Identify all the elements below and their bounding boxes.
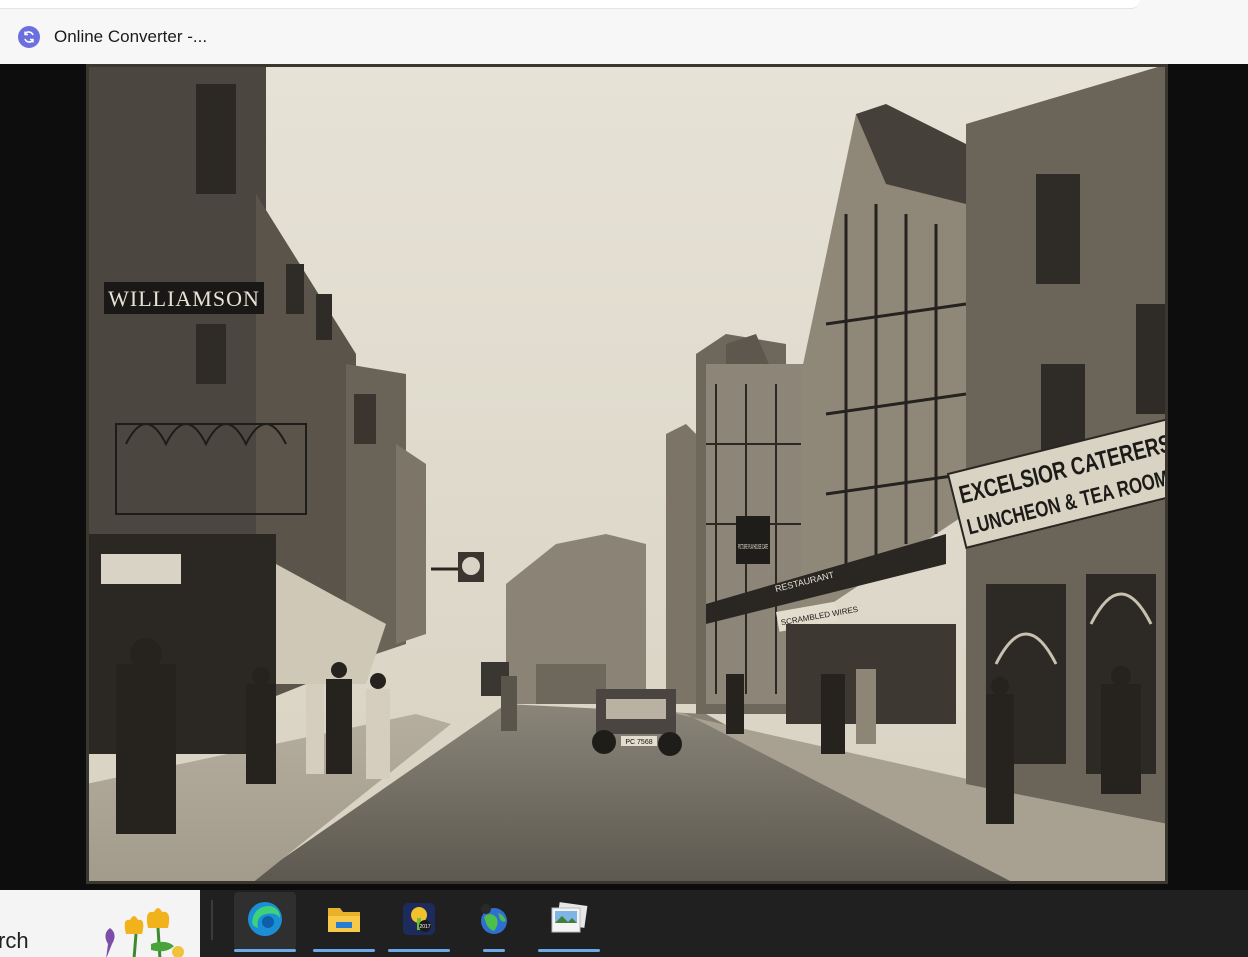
- tab-title: Online Converter -...: [54, 27, 208, 46]
- photo-drawing: WILLIAMSON EXCELSIOR CATERERS LUNCHEON &…: [86, 64, 1168, 884]
- taskbar-separator: [211, 900, 213, 940]
- taskbar: rch 2017: [0, 890, 1248, 957]
- address-bar-edge: [0, 0, 1140, 9]
- tree-2017-icon: 2017: [402, 902, 436, 941]
- street-photograph[interactable]: WILLIAMSON EXCELSIOR CATERERS LUNCHEON &…: [86, 64, 1168, 884]
- edge-icon: [246, 900, 284, 943]
- globe-icon: [476, 901, 512, 942]
- image-viewer: WILLIAMSON EXCELSIOR CATERERS LUNCHEON &…: [0, 64, 1248, 890]
- flowers-icon: [96, 904, 196, 957]
- running-indicator: [483, 949, 505, 952]
- browser-top-area: Online Converter -...: [0, 0, 1248, 64]
- cafe-sign: PICTURE PLAYHOUSE CAFE: [738, 544, 768, 551]
- taskbar-globe-button[interactable]: [463, 892, 525, 952]
- taskbar-photos-button[interactable]: [538, 892, 600, 952]
- vintage-car: PC 7568: [592, 689, 682, 756]
- taskbar-edge-button[interactable]: [234, 892, 296, 952]
- running-indicator: [313, 949, 375, 952]
- taskbar-file-explorer-button[interactable]: [313, 892, 375, 952]
- taskbar-photo-2017-button[interactable]: 2017: [388, 892, 450, 952]
- photos-icon: [550, 901, 588, 941]
- taskbar-search[interactable]: rch: [0, 890, 200, 957]
- folder-icon: [326, 904, 362, 939]
- search-label: rch: [0, 928, 29, 953]
- williamson-sign: WILLIAMSON: [108, 286, 260, 311]
- active-indicator: [234, 949, 296, 952]
- tab-online-converter[interactable]: Online Converter -...: [10, 22, 270, 52]
- running-indicator: [538, 949, 600, 952]
- converter-refresh-icon: [18, 26, 40, 48]
- svg-text:2017: 2017: [419, 924, 430, 930]
- number-plate: PC 7568: [625, 739, 652, 746]
- running-indicator: [388, 949, 450, 952]
